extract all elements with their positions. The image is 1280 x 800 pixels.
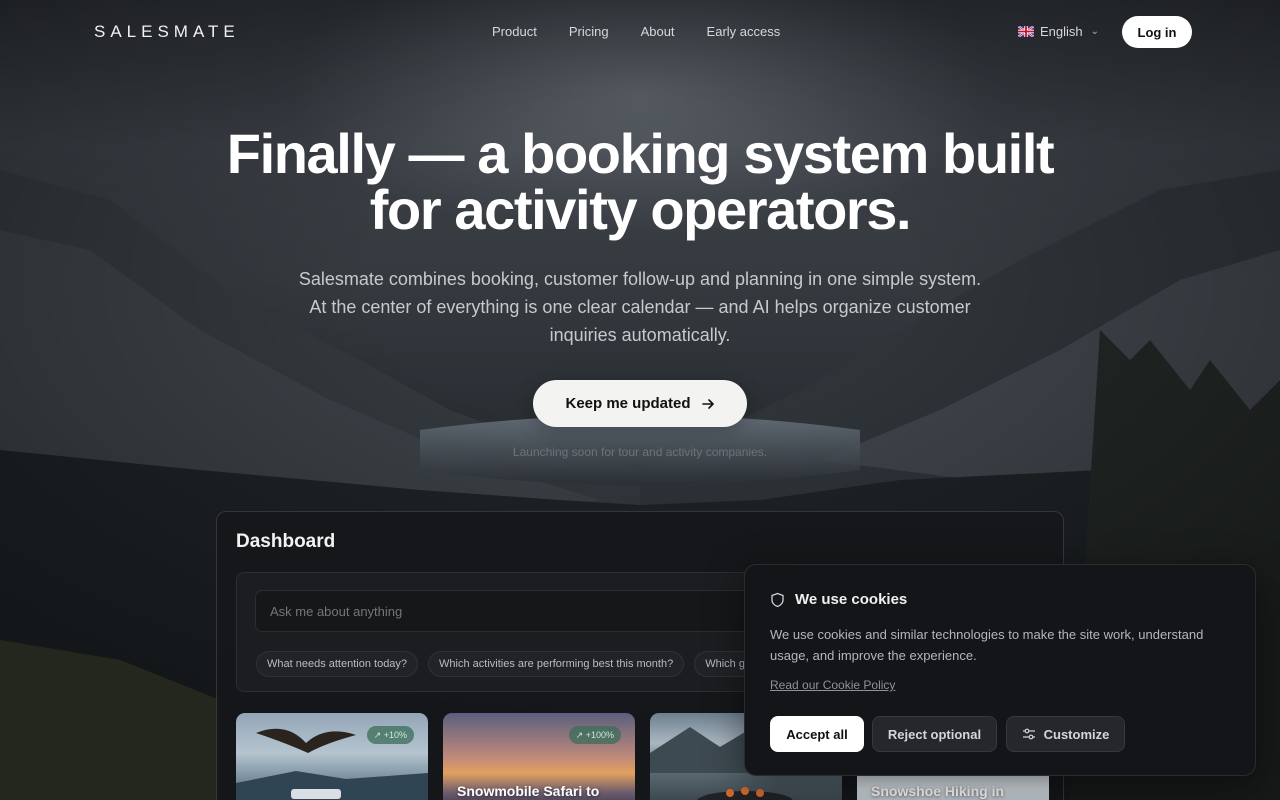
hero-title-line-2: for activity operators.: [369, 178, 912, 241]
cta-label: Keep me updated: [565, 395, 691, 412]
language-label: English: [1040, 24, 1083, 39]
activity-card[interactable]: ↗ +10%: [236, 713, 428, 800]
nav-link-early-access[interactable]: Early access: [707, 24, 781, 39]
sliders-icon: [1022, 728, 1035, 740]
shield-icon: [771, 592, 784, 607]
cookie-title: We use cookies: [795, 591, 908, 608]
dashboard-title: Dashboard: [236, 531, 336, 552]
nav-links: Product Pricing About Early access: [492, 24, 780, 39]
cookie-description: We use cookies and similar technologies …: [770, 627, 1204, 663]
language-selector[interactable]: English ⌄: [1018, 24, 1099, 39]
login-button[interactable]: Log in: [1122, 16, 1192, 48]
hero-title-line-1: Finally — a booking system built: [226, 122, 1055, 185]
trend-badge: ↗ +10%: [366, 726, 414, 744]
cookie-header: We use cookies: [770, 591, 907, 608]
hero-title: Finally — a booking system built for act…: [140, 126, 1140, 238]
salesmate-logo[interactable]: SALESMATE: [94, 22, 240, 42]
customize-button[interactable]: Customize: [1006, 716, 1125, 752]
nav-link-product[interactable]: Product: [492, 24, 537, 39]
trend-up-icon: ↗: [575, 729, 584, 740]
uk-flag-icon: [1018, 26, 1034, 37]
nav-link-about[interactable]: About: [641, 24, 675, 39]
trend-badge: ↗ +100%: [568, 726, 621, 744]
launch-note: Launching soon for tour and activity com…: [512, 445, 768, 459]
accept-all-button[interactable]: Accept all: [770, 716, 864, 752]
suggestion-chip[interactable]: What needs attention today?: [256, 651, 419, 677]
reject-optional-button[interactable]: Reject optional: [872, 716, 997, 752]
ask-input[interactable]: [255, 590, 815, 632]
activity-card-title: Snowshoe Hiking in: [871, 783, 1005, 799]
cookie-consent-dialog: We use cookies We use cookies and simila…: [744, 564, 1256, 776]
customize-label: Customize: [1043, 726, 1110, 742]
keep-me-updated-button[interactable]: Keep me updated: [533, 380, 747, 427]
top-navigation: SALESMATE Product Pricing About Early ac…: [0, 0, 1280, 64]
trend-up-icon: ↗: [373, 729, 382, 740]
nav-link-pricing[interactable]: Pricing: [569, 24, 609, 39]
hero-subtitle: Salesmate combines booking, customer fol…: [298, 269, 982, 345]
cookie-policy-link[interactable]: Read our Cookie Policy: [770, 678, 895, 692]
arrow-right-icon: [701, 398, 714, 409]
suggestion-chips: What needs attention today? Which activi…: [256, 651, 756, 677]
activity-card[interactable]: ↗ +100% Snowmobile Safari to: [443, 713, 635, 800]
suggestion-chip[interactable]: Which activities are performing best thi…: [428, 651, 685, 677]
activity-card-title: Snowmobile Safari to: [457, 783, 600, 799]
chevron-down-icon: ⌄: [1090, 26, 1100, 37]
